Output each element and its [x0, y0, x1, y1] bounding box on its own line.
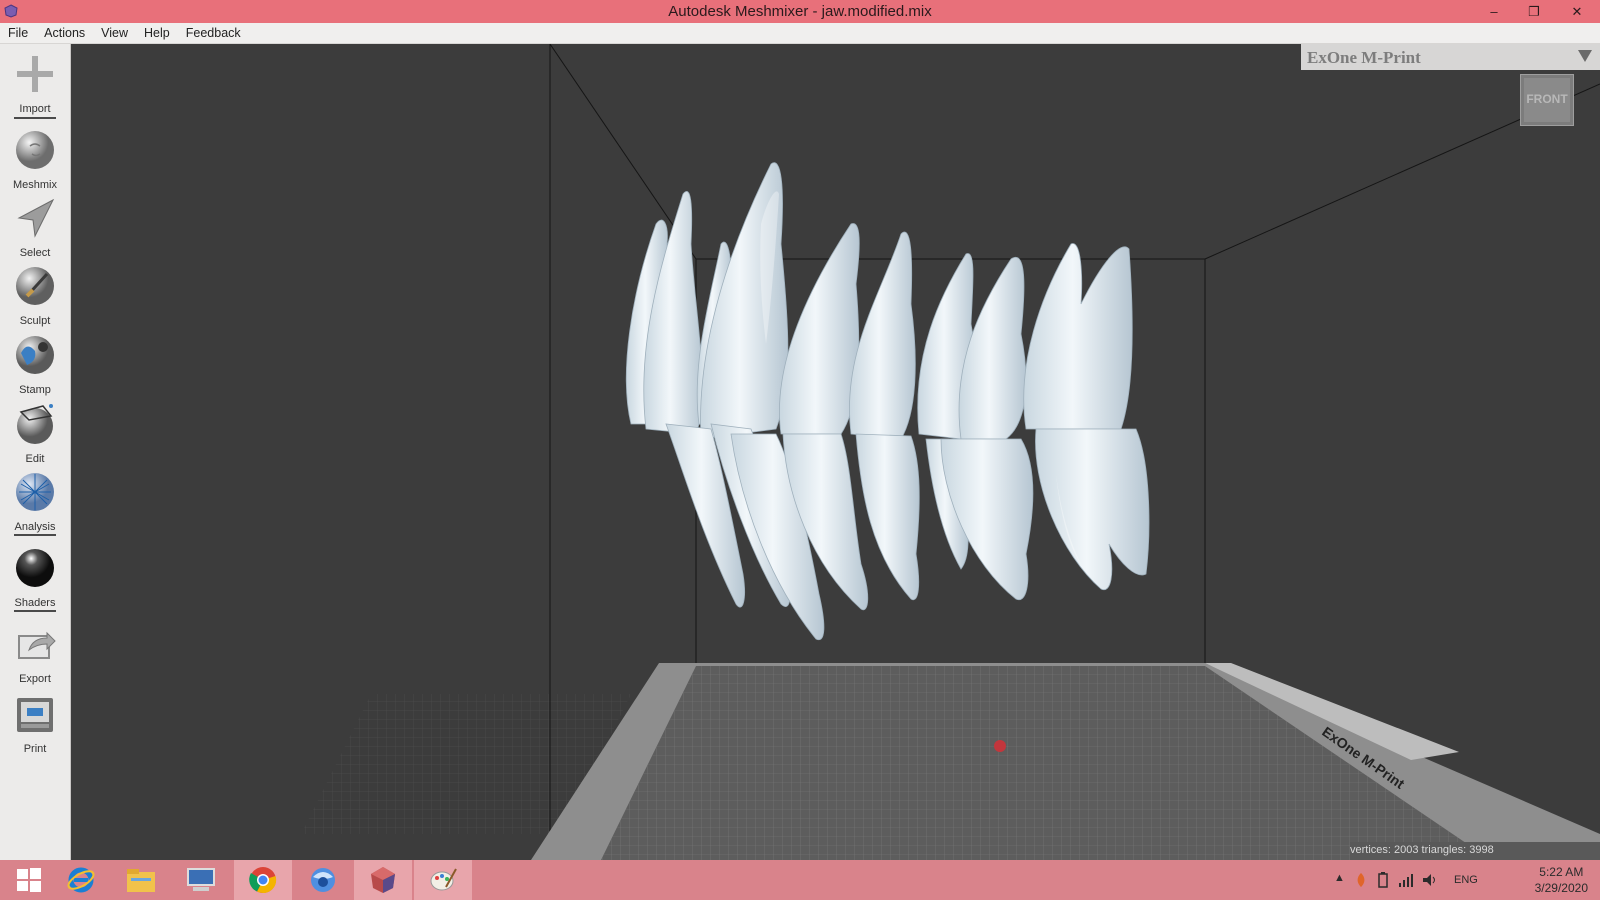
- select-arrow-icon: [17, 198, 55, 238]
- view-cube[interactable]: FRONT: [1520, 74, 1574, 126]
- meshmix-icon: [16, 131, 54, 169]
- paint-icon: [430, 868, 457, 891]
- tool-stamp[interactable]: Stamp: [0, 333, 70, 396]
- mesh-stats: vertices: 2003 triangles: 3998: [1350, 842, 1600, 860]
- menu-actions[interactable]: Actions: [36, 23, 93, 43]
- title-bar: Autodesk Meshmixer - jaw.modified.mix – …: [0, 0, 1600, 23]
- tool-label: Stamp: [19, 384, 51, 396]
- tray-app-icon[interactable]: [1354, 872, 1368, 888]
- plus-icon: [17, 56, 53, 92]
- show-hidden-icons-icon[interactable]: ▲: [1334, 872, 1345, 884]
- toolbar-divider: [14, 610, 56, 612]
- view-cube-face-label: FRONT: [1526, 92, 1568, 106]
- tool-label: Shaders: [14, 597, 56, 609]
- taskbar-chrome[interactable]: [234, 860, 292, 900]
- scene: ExOne M-Print: [301, 43, 1600, 860]
- taskbar-browser[interactable]: [294, 860, 352, 900]
- minimize-button[interactable]: –: [1474, 0, 1514, 23]
- tool-analysis[interactable]: Analysis: [0, 470, 70, 533]
- tool-label: Edit: [25, 453, 45, 465]
- meshmixer-icon: [371, 867, 395, 893]
- restore-button[interactable]: ❐: [1514, 0, 1554, 23]
- menu-help[interactable]: Help: [136, 23, 178, 43]
- tool-print[interactable]: Print: [0, 692, 70, 755]
- file-explorer-icon: [127, 869, 155, 892]
- tool-label: Import: [19, 103, 51, 115]
- start-icon: [17, 868, 41, 892]
- 3d-viewport[interactable]: ExOne M-Print: [71, 43, 1600, 860]
- edit-icon: [17, 404, 53, 444]
- taskbar-file-explorer[interactable]: [112, 860, 170, 900]
- menu-view[interactable]: View: [93, 23, 136, 43]
- menu-feedback[interactable]: Feedback: [178, 23, 249, 43]
- tool-label: Export: [19, 673, 51, 685]
- tool-edit[interactable]: Edit: [0, 402, 70, 465]
- tool-select[interactable]: Select: [0, 196, 70, 259]
- taskbar-meshmixer[interactable]: [354, 860, 412, 900]
- tool-meshmix[interactable]: Meshmix: [0, 128, 70, 191]
- dropdown-arrow-icon[interactable]: [1578, 50, 1592, 62]
- network-signal-icon[interactable]: [1398, 872, 1414, 888]
- tool-shaders[interactable]: Shaders: [0, 546, 70, 609]
- clock-time: 5:22 AM: [1539, 865, 1584, 879]
- analysis-icon: [16, 473, 54, 511]
- tool-sculpt[interactable]: Sculpt: [0, 264, 70, 327]
- sculpt-brush-icon: [16, 267, 54, 305]
- tool-label: Analysis: [14, 521, 56, 533]
- print-icon: [17, 698, 53, 732]
- taskbar-internet-explorer[interactable]: [52, 860, 110, 900]
- printer-name: ExOne M-Print: [1307, 48, 1421, 67]
- shaders-icon: [16, 549, 54, 587]
- stamp-icon: [16, 336, 54, 374]
- tool-import[interactable]: Import: [0, 52, 70, 115]
- menu-bar: File Actions View Help Feedback: [0, 23, 1600, 44]
- start-button[interactable]: [0, 860, 58, 900]
- left-toolbar: Import Meshmix Select Sculpt Stamp Edit …: [0, 44, 71, 860]
- taskbar-paint[interactable]: [414, 860, 472, 900]
- browser-icon: [311, 868, 335, 892]
- mesh-stats-text: vertices: 2003 triangles: 3998: [1350, 844, 1494, 856]
- pivot-marker[interactable]: [994, 740, 1006, 752]
- window-title: Autodesk Meshmixer - jaw.modified.mix: [668, 3, 932, 20]
- close-button[interactable]: ✕: [1554, 0, 1600, 23]
- tool-label: Sculpt: [19, 315, 51, 327]
- taskbar-remote-desktop[interactable]: [172, 860, 230, 900]
- remote-desktop-icon: [187, 868, 215, 891]
- toolbar-divider: [14, 534, 56, 536]
- volume-icon[interactable]: [1422, 872, 1438, 888]
- chrome-icon: [249, 867, 277, 894]
- tool-label: Meshmix: [12, 179, 57, 191]
- clock-date: 3/29/2020: [1534, 881, 1588, 895]
- toolbar-divider: [14, 117, 56, 119]
- tool-export[interactable]: Export: [0, 622, 70, 685]
- printer-selector[interactable]: ExOne M-Print: [1301, 44, 1600, 70]
- taskbar: ▲ ENG 5:22 AM 3/29/2020: [0, 860, 1600, 900]
- input-language[interactable]: ENG: [1454, 874, 1478, 886]
- tool-label: Print: [23, 743, 47, 755]
- battery-icon[interactable]: [1376, 872, 1390, 888]
- tool-label: Select: [19, 247, 51, 259]
- menu-file[interactable]: File: [0, 23, 36, 43]
- teeth-mesh[interactable]: [625, 162, 1150, 641]
- export-icon: [18, 631, 56, 659]
- system-tray: ▲ ENG 5:22 AM 3/29/2020: [1330, 860, 1600, 900]
- clock[interactable]: 5:22 AM 3/29/2020: [1535, 864, 1588, 896]
- internet-explorer-icon: [67, 867, 95, 893]
